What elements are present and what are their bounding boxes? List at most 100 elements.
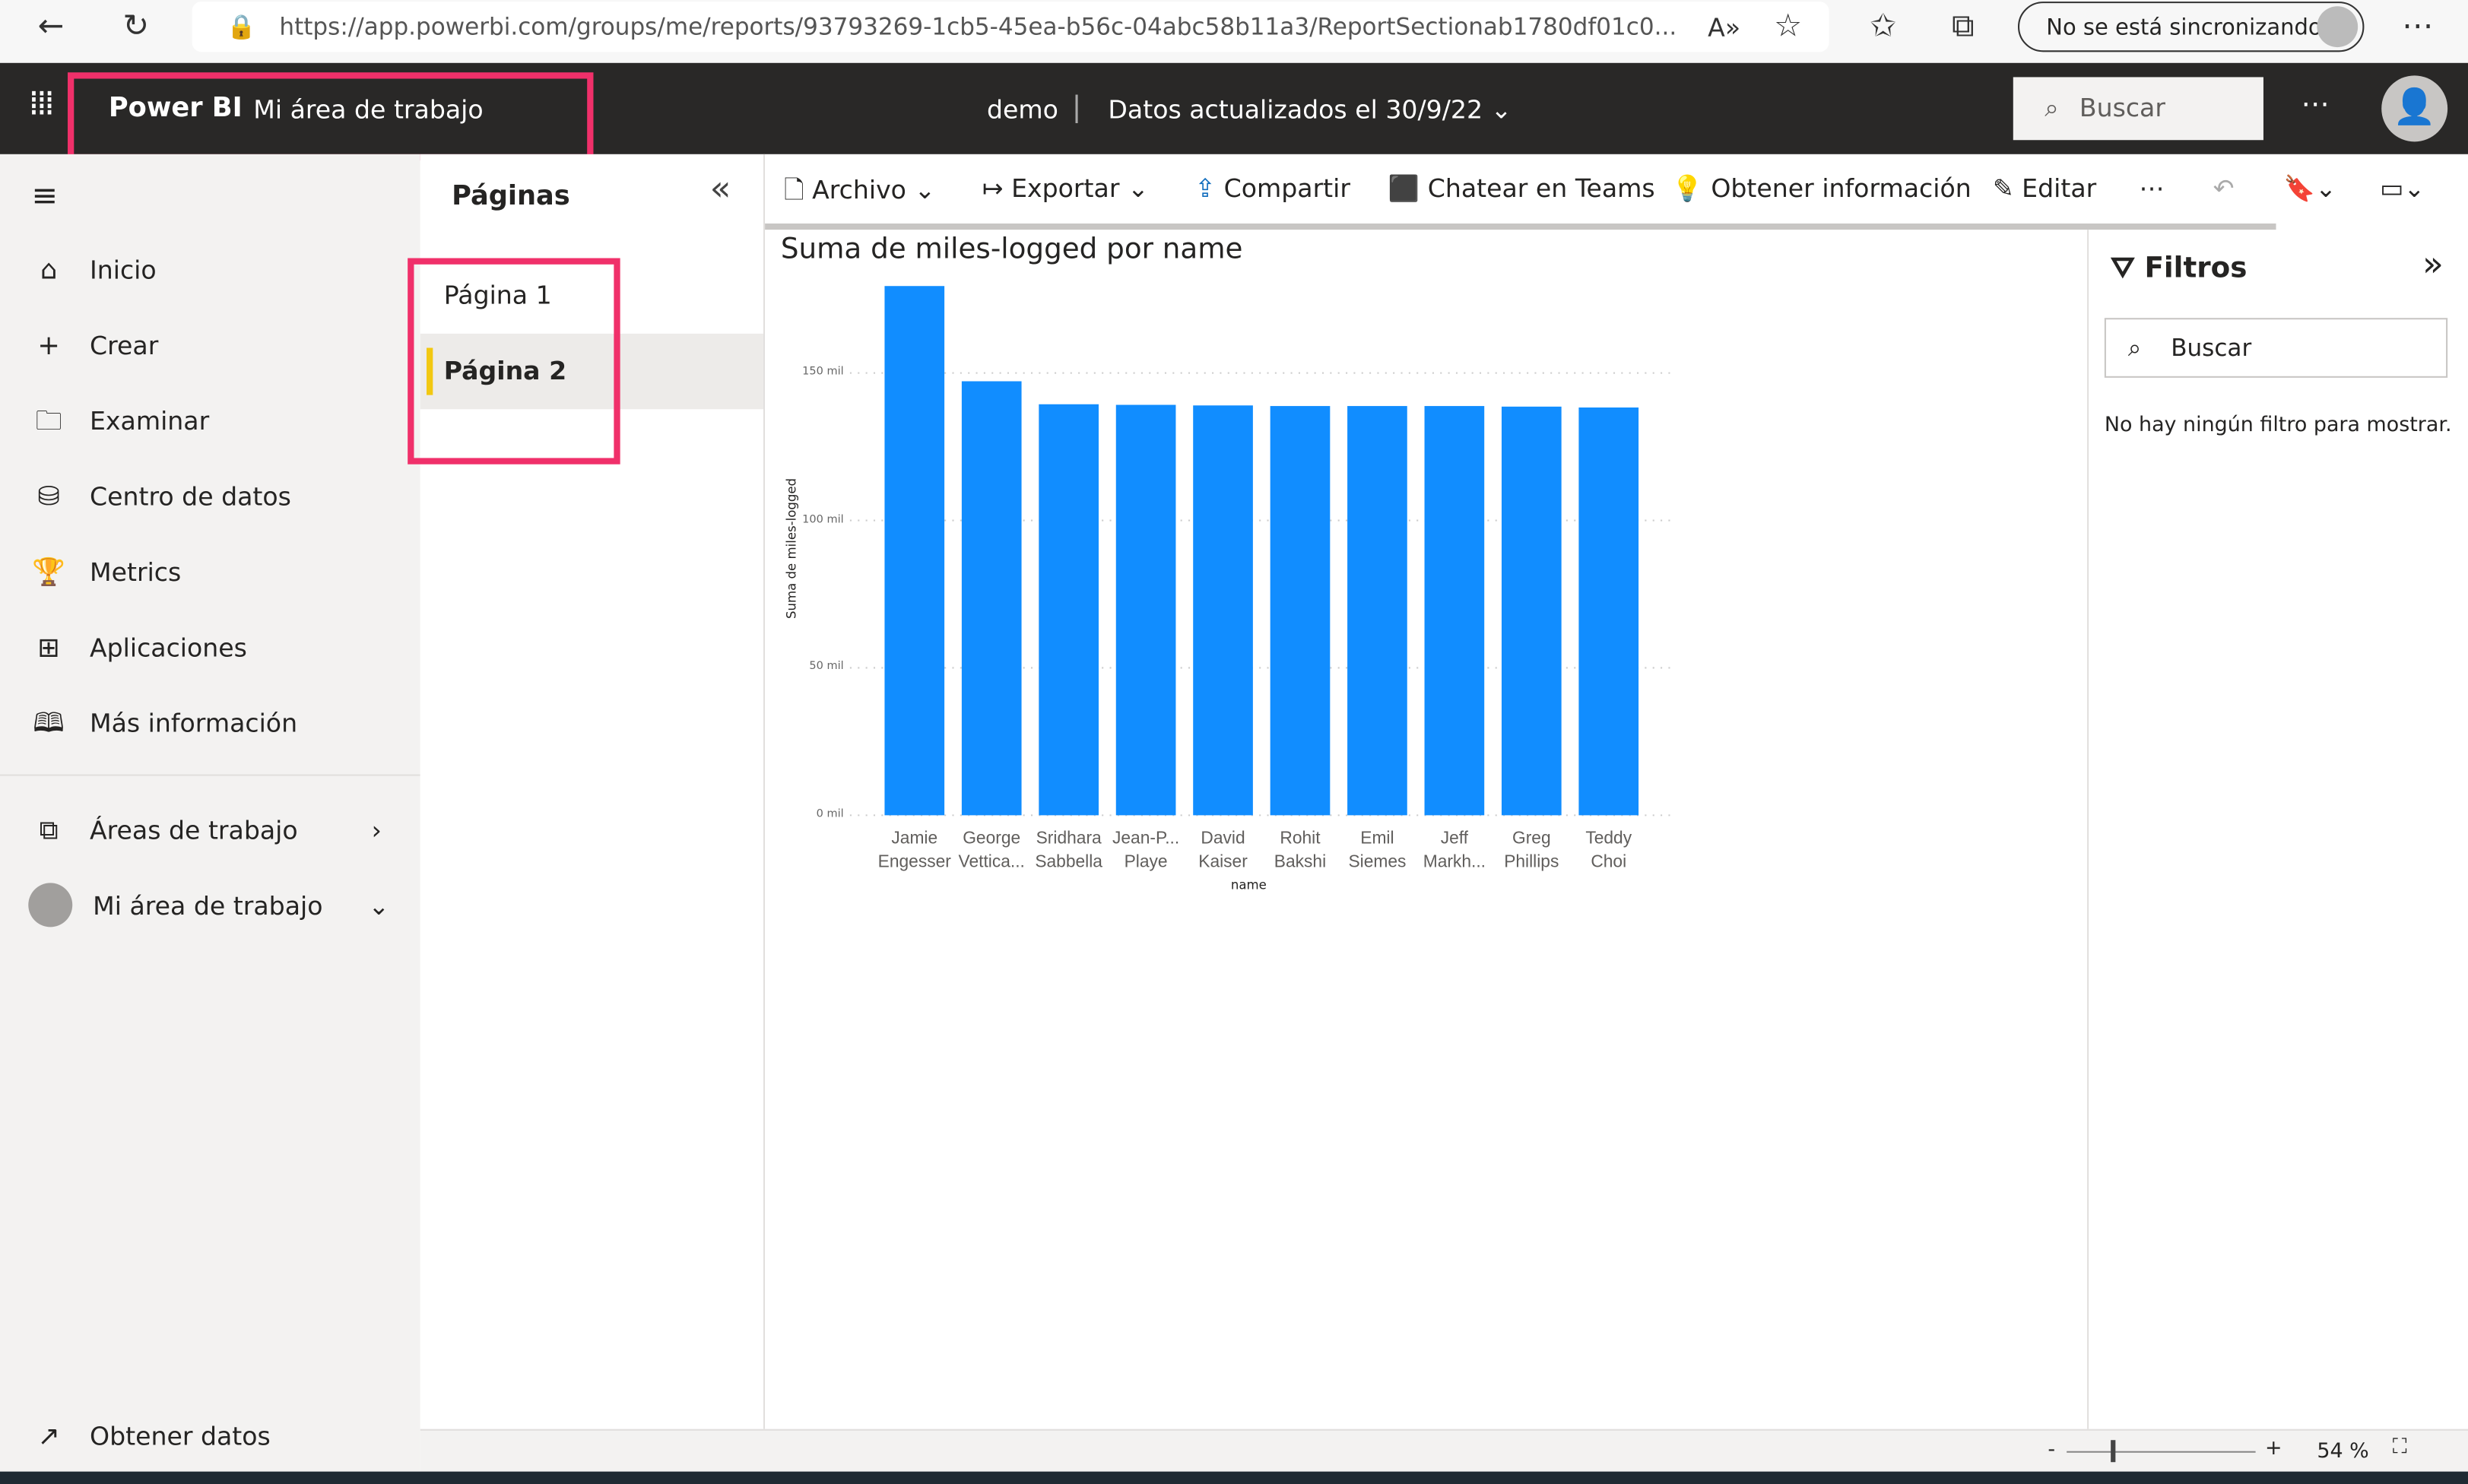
- nav-label: Examinar: [90, 406, 210, 436]
- collapse-icon[interactable]: «: [710, 170, 731, 210]
- bar[interactable]: [1578, 407, 1639, 816]
- x-tick-line: Bakshi: [1274, 853, 1327, 872]
- undo-icon[interactable]: ↶: [2213, 173, 2235, 203]
- zoom-slider-thumb[interactable]: [2111, 1440, 2116, 1463]
- hamburger-menu-icon[interactable]: ≡: [31, 176, 58, 214]
- bar-chart: [849, 286, 1672, 817]
- zoom-in-button[interactable]: +: [2265, 1437, 2282, 1460]
- bar[interactable]: [1193, 405, 1253, 816]
- nav-label: Inicio: [90, 255, 157, 285]
- x-tick-label: David Kaiser: [1182, 828, 1264, 875]
- read-aloud-icon[interactable]: A»: [1708, 13, 1740, 43]
- nav-item-metrics[interactable]: 🏆 Metrics: [0, 541, 420, 604]
- nav-item-examinar[interactable]: 🗀 Examinar: [0, 390, 420, 453]
- x-tick-label: Jamie Engesser: [874, 828, 956, 875]
- insights-button[interactable]: 💡 Obtener información: [1672, 173, 1972, 203]
- nav-item-my-workspace[interactable]: Mi área de trabajo ⌄: [0, 875, 420, 938]
- x-tick-line: Teddy: [1585, 829, 1632, 848]
- sync-label: No se está sincronizando: [2046, 15, 2322, 41]
- refresh-icon[interactable]: ↻: [122, 6, 149, 44]
- x-tick-line: Sabbella: [1035, 853, 1102, 872]
- highlight-box: [408, 258, 620, 465]
- y-tick-label: 50 mil: [809, 660, 844, 673]
- more-options-icon[interactable]: ⋯: [2301, 88, 2330, 121]
- nav-label: Más información: [90, 708, 298, 738]
- expand-icon[interactable]: »: [2422, 246, 2444, 285]
- edit-label: Editar: [2022, 173, 2097, 204]
- data-updated-dropdown[interactable]: Datos actualizados el 30/9/22 ⌄: [1108, 94, 1512, 124]
- more-icon[interactable]: ⋯: [2402, 6, 2433, 44]
- x-tick-line: Sridhara: [1036, 829, 1102, 848]
- nav-item-get-data[interactable]: ↗ Obtener datos: [0, 1406, 420, 1469]
- nav-item-aplicaciones[interactable]: ⊞ Aplicaciones: [0, 617, 420, 680]
- profile-sync-button[interactable]: No se está sincronizando: [2017, 2, 2365, 52]
- bookmark-icon[interactable]: 🔖⌄: [2284, 173, 2336, 203]
- nav-item-inicio[interactable]: ⌂ Inicio: [0, 239, 420, 303]
- x-tick-line: Choi: [1591, 853, 1627, 872]
- nav-label: Metrics: [90, 556, 182, 588]
- x-tick-label: Jeff Markh...: [1413, 828, 1496, 875]
- x-tick-line: Jeff: [1440, 829, 1469, 848]
- teams-button[interactable]: ⬛ Chatear en Teams: [1388, 173, 1655, 203]
- apps-icon: ⊞: [37, 633, 60, 664]
- filters-pane: ⛛ Filtros » ⌕ Buscar No hay ningún filtr…: [2087, 230, 2468, 1429]
- x-tick-label: Rohit Bakshi: [1259, 828, 1341, 875]
- zoom-out-button[interactable]: -: [2048, 1438, 2055, 1462]
- bar[interactable]: [1039, 404, 1099, 816]
- file-menu[interactable]: 🗋 Archivo ⌄: [784, 173, 935, 216]
- workspace-avatar: [28, 883, 73, 928]
- divider: |: [1071, 91, 1082, 125]
- status-bar: - + 54 % ⛶: [420, 1429, 2468, 1473]
- lightbulb-icon: 💡: [1671, 173, 1703, 204]
- nav-item-workspaces[interactable]: ⧉ Áreas de trabajo ›: [0, 800, 420, 863]
- filters-header: ⛛ Filtros: [2111, 252, 2247, 284]
- nav-item-centro-de-datos[interactable]: ⛁ Centro de datos: [0, 466, 420, 529]
- address-bar[interactable]: 🔒 https://app.powerbi.com/groups/me/repo…: [192, 2, 1829, 52]
- filter-icon: ⛛: [2111, 252, 2135, 285]
- search-input[interactable]: ⌕ Buscar: [2013, 77, 2263, 141]
- x-tick-line: Greg: [1512, 829, 1551, 848]
- favorites-icon[interactable]: ✩: [1870, 6, 1896, 44]
- nav-label: Áreas de trabajo: [90, 815, 298, 845]
- arrow-up-right-icon: ↗: [37, 1421, 60, 1453]
- taskbar: [0, 1471, 2468, 1484]
- bar[interactable]: [1270, 406, 1331, 816]
- bar[interactable]: [1424, 406, 1485, 816]
- avatar: [2317, 6, 2359, 48]
- x-tick-line: Rohit: [1280, 829, 1321, 848]
- x-tick-label: Emil Siemes: [1337, 828, 1419, 875]
- x-tick-label: Greg Phillips: [1490, 828, 1572, 875]
- insights-label: Obtener información: [1711, 173, 1972, 204]
- horizontal-scrollbar[interactable]: [765, 223, 2276, 230]
- home-icon: ⌂: [40, 255, 58, 287]
- nav-label: Aplicaciones: [90, 633, 247, 663]
- view-icon[interactable]: ▭⌄: [2380, 173, 2425, 203]
- app-launcher-icon[interactable]: ⁞⁞⁞: [28, 85, 55, 125]
- search-placeholder: Buscar: [2079, 93, 2165, 123]
- back-icon[interactable]: ←: [38, 6, 65, 44]
- filters-title: Filtros: [2144, 252, 2248, 285]
- share-button[interactable]: ⇪ Compartir: [1194, 173, 1350, 203]
- export-menu[interactable]: ↦ Exportar ⌄: [982, 173, 1149, 203]
- bar[interactable]: [961, 381, 1022, 816]
- bar[interactable]: [884, 286, 945, 816]
- account-avatar[interactable]: 👤: [2381, 75, 2448, 142]
- bar[interactable]: [1347, 406, 1407, 816]
- database-icon: ⛁: [37, 481, 60, 513]
- pages-title: Páginas: [452, 181, 570, 213]
- collections-icon[interactable]: ⧉: [1952, 6, 1975, 44]
- nav-item-crear[interactable]: + Crear: [0, 315, 420, 378]
- filter-search-input[interactable]: ⌕ Buscar: [2104, 318, 2448, 378]
- bar[interactable]: [1501, 406, 1562, 816]
- edit-button[interactable]: ✎ Editar: [1993, 173, 2096, 203]
- nav-item-más-información[interactable]: 🕮 Más información: [0, 693, 420, 756]
- bar[interactable]: [1115, 404, 1176, 816]
- add-favorite-icon[interactable]: ☆: [1774, 6, 1802, 44]
- x-tick-line: Engesser: [877, 853, 951, 872]
- more-icon[interactable]: ⋯: [2139, 173, 2164, 203]
- y-tick-label: 0 mil: [816, 807, 844, 820]
- fit-to-page-icon[interactable]: ⛶: [2393, 1435, 2407, 1459]
- data-updated-label: Datos actualizados el 30/9/22: [1108, 94, 1483, 125]
- x-tick-line: Playe: [1124, 853, 1168, 872]
- zoom-slider[interactable]: [2067, 1451, 2256, 1453]
